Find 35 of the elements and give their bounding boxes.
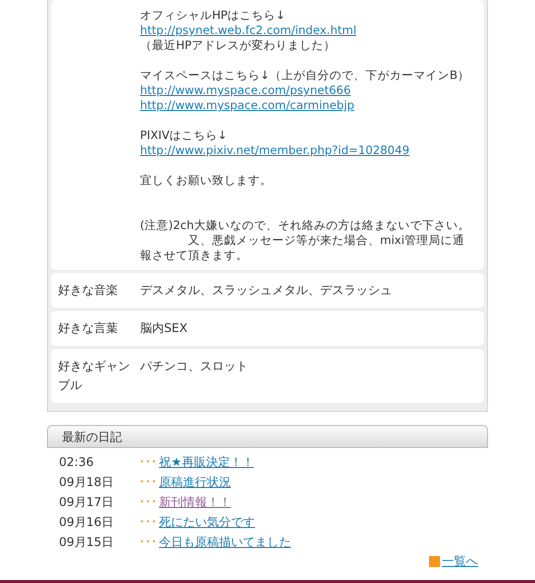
diary-link[interactable]: 死にたい気分です <box>159 514 255 530</box>
dots-icon: ･･･ <box>139 494 159 510</box>
dots-icon: ･･･ <box>139 514 159 530</box>
description-text: 宜しくお願い致します。 <box>140 173 273 188</box>
more-link[interactable]: 一覧へ <box>442 554 478 569</box>
field-label: 好きな言葉 <box>57 320 119 337</box>
field-value: パチンコ、スロット <box>139 358 249 375</box>
bullet-icon <box>429 556 440 567</box>
description-text: オフィシャルHPはこちら↓ <box>140 8 286 23</box>
entry-date: 02:36 <box>59 454 95 470</box>
description-text: (注意)2ch大嫌いなので、それ絡みの方は絡まないで下さい。 <box>140 218 471 233</box>
url-link[interactable]: http://www.myspace.com/carminebjp <box>140 98 354 112</box>
dots-icon: ･･･ <box>139 534 159 550</box>
field-value: デスメタル、スラッシュメタル、デスラッシュ <box>139 282 393 299</box>
description-text: マイスペースはこちら↓（上が自分ので、下がカーマインB） <box>140 68 471 83</box>
field-label: 好きなギャンブル <box>57 358 131 394</box>
diary-link[interactable]: 原稿進行状況 <box>159 474 231 490</box>
field-value: 脳内SEX <box>139 320 188 337</box>
diary-link[interactable]: 今日も原稿描いてました <box>159 534 291 550</box>
description-text: （最近HPアドレスが変わりました） <box>140 38 337 53</box>
entry-date: 09月17日 <box>59 494 115 510</box>
entry-date: 09月16日 <box>59 514 115 530</box>
dots-icon: ･･･ <box>139 474 159 490</box>
description-text: PIXIVはこちら↓ <box>140 128 228 143</box>
field-label: 好きな音楽 <box>57 282 119 299</box>
section-header: 最新の日記 <box>47 425 488 448</box>
url-link[interactable]: http://www.pixiv.net/member.php?id=1028049 <box>140 143 410 157</box>
diary-link[interactable]: 新刊情報！！ <box>159 494 231 510</box>
description-text: 又、悪戯メッセージ等が来た場合、mixi管理局に通報させて頂きます。 <box>140 233 466 263</box>
url-link[interactable]: http://www.myspace.com/psynet666 <box>140 83 351 97</box>
entry-date: 09月15日 <box>59 534 115 550</box>
url-link[interactable]: http://psynet.web.fc2.com/index.html <box>140 23 356 37</box>
dots-icon: ･･･ <box>139 454 159 470</box>
diary-link[interactable]: 祝★再販決定！！ <box>159 454 254 470</box>
entry-date: 09月18日 <box>59 474 115 490</box>
